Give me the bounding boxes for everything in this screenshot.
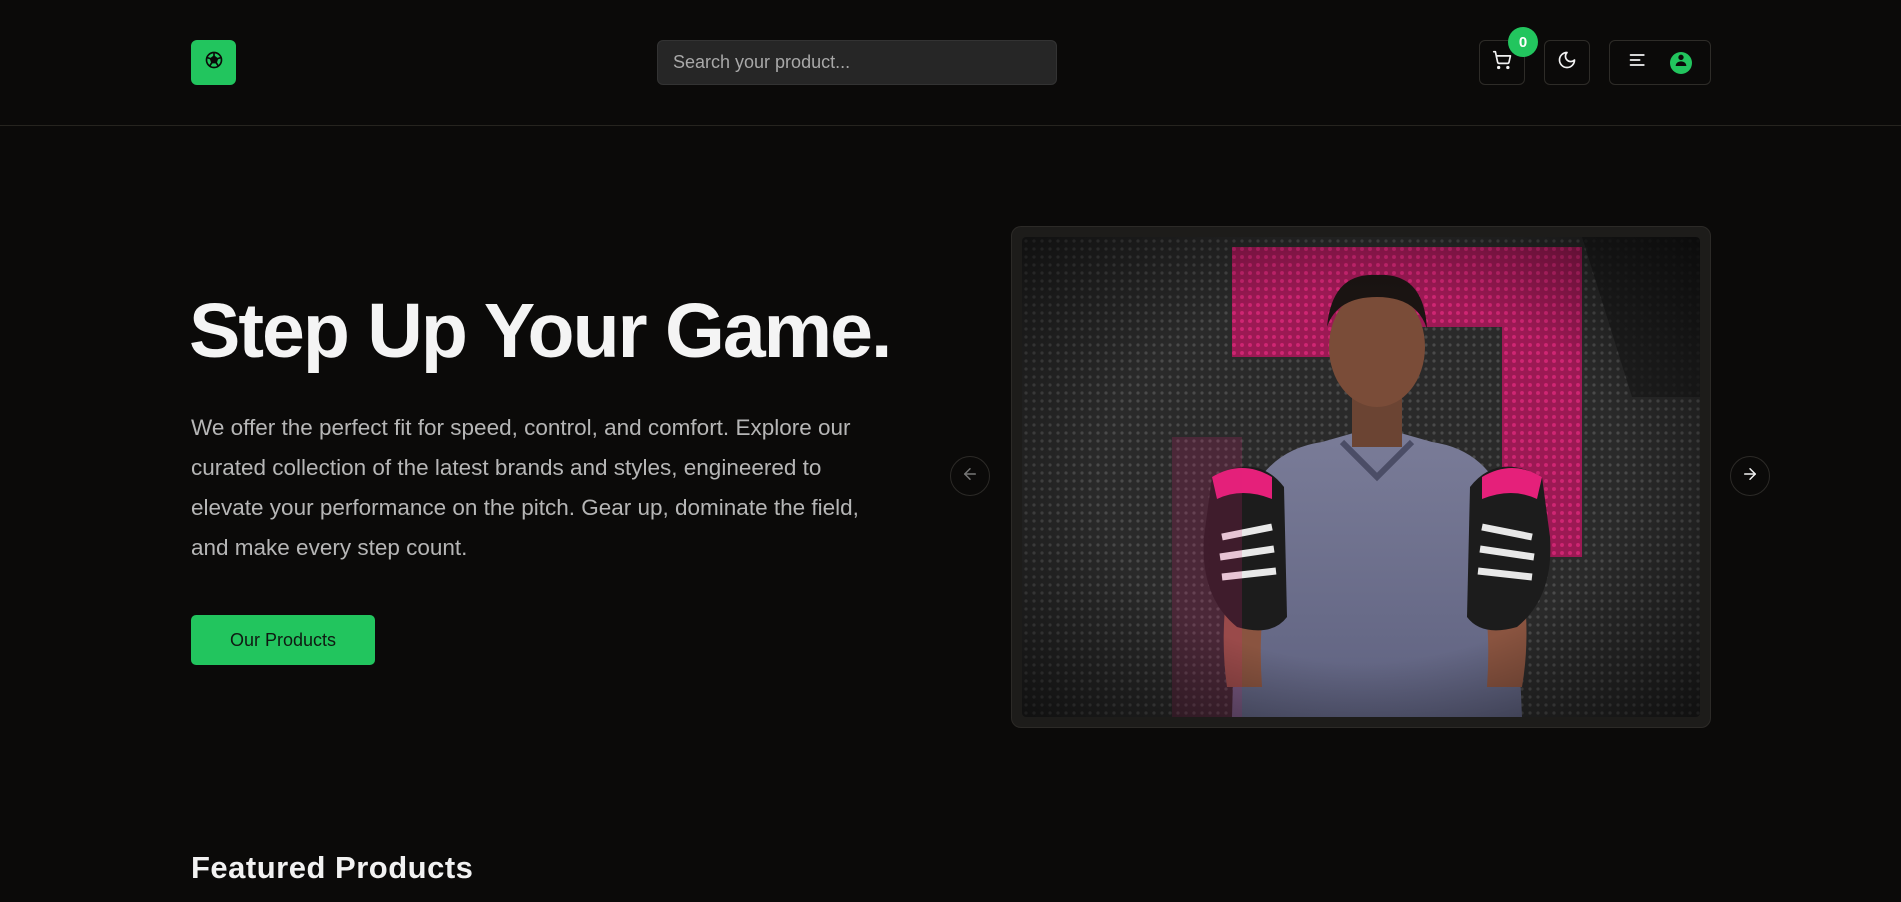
user-menu-button[interactable] <box>1609 40 1711 85</box>
user-icon <box>1673 52 1689 73</box>
menu-lines-icon <box>1628 50 1648 75</box>
soccer-ball-icon <box>204 50 224 75</box>
site-header: 0 <box>0 0 1901 126</box>
carousel-next-button[interactable] <box>1730 456 1770 496</box>
search-input[interactable] <box>657 40 1057 85</box>
hero-description: We offer the perfect fit for speed, cont… <box>191 415 859 560</box>
cart-count-badge: 0 <box>1508 27 1538 57</box>
hero-title: Step Up Your Game. <box>189 288 892 374</box>
theme-toggle-button[interactable] <box>1544 40 1590 85</box>
our-products-button[interactable]: Our Products <box>191 615 375 665</box>
arrow-right-icon <box>1741 465 1759 488</box>
logo[interactable] <box>191 40 236 85</box>
avatar <box>1670 51 1692 74</box>
featured-products-heading: Featured Products <box>191 850 474 885</box>
carousel-prev-button[interactable] <box>950 456 990 496</box>
cart-icon <box>1492 50 1512 75</box>
hero-carousel <box>1011 226 1711 728</box>
arrow-left-icon <box>961 465 979 488</box>
moon-icon <box>1557 50 1577 75</box>
carousel-slide-image <box>1022 237 1700 717</box>
